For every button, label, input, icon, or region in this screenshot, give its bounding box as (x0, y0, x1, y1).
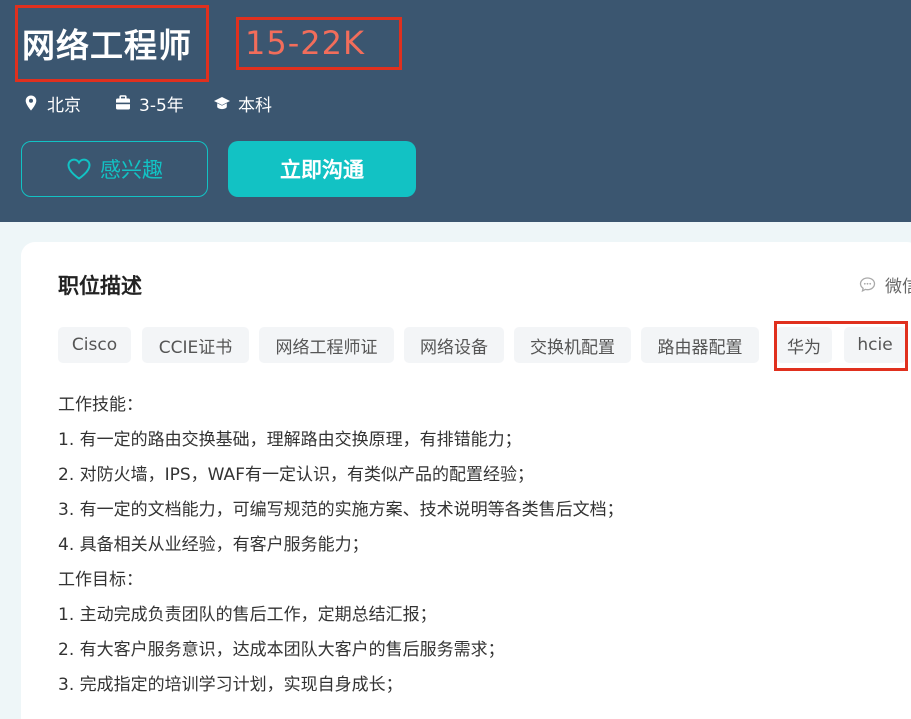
salary: 15-22K (245, 24, 365, 62)
description-line: 3. 有一定的文档能力，可编写规范的实施方案、技术说明等各类售后文档； (58, 500, 624, 520)
interest-button[interactable]: 感兴趣 (21, 141, 208, 197)
graduation-cap-icon (213, 94, 231, 112)
description-line: 2. 对防火墙，IPS，WAF有一定认识，有类似产品的配置经验； (58, 465, 534, 485)
wechat-label: 微信 (885, 277, 911, 297)
experience-text: 3-5年 (139, 95, 184, 116)
tag-ccie[interactable]: CCIE证书 (142, 327, 249, 363)
description-line: 2. 有大客户服务意识，达成本团队大客户的售后服务需求； (58, 640, 505, 660)
tag-router-config[interactable]: 路由器配置 (641, 327, 759, 363)
location-info: 北京 (22, 90, 81, 116)
section-title: 职位描述 (58, 274, 142, 298)
chat-now-button[interactable]: 立即沟通 (228, 141, 416, 197)
location-pin-icon (22, 94, 40, 112)
tag-network-engineer-cert[interactable]: 网络工程师证 (259, 327, 394, 363)
tag-network-device[interactable]: 网络设备 (404, 327, 504, 363)
heart-icon (67, 158, 91, 180)
description-line: 3. 完成指定的培训学习计划，实现自身成长； (58, 675, 403, 695)
description-line: 1. 有一定的路由交换基础，理解路由交换原理，有排错能力； (58, 430, 522, 450)
description-line: 1. 主动完成负责团队的售后工作，定期总结汇报； (58, 605, 437, 625)
wechat-share[interactable]: 微信 (859, 272, 911, 297)
briefcase-icon (114, 94, 132, 112)
education-text: 本科 (238, 95, 272, 116)
location-text: 北京 (47, 95, 81, 116)
tag-cisco[interactable]: Cisco (58, 327, 131, 363)
description-line: 工作目标： (58, 570, 143, 590)
education-info: 本科 (213, 90, 272, 116)
experience-info: 3-5年 (114, 90, 184, 116)
description-line: 工作技能： (58, 395, 143, 415)
job-title: 网络工程师 (22, 26, 192, 65)
chat-now-label: 立即沟通 (280, 158, 364, 182)
chat-bubble-icon (859, 277, 876, 293)
interest-label: 感兴趣 (100, 158, 163, 182)
tag-switch-config[interactable]: 交换机配置 (514, 327, 631, 363)
tags-highlight-box (774, 321, 908, 371)
description-line: 4. 具备相关从业经验，有客户服务能力； (58, 535, 369, 555)
